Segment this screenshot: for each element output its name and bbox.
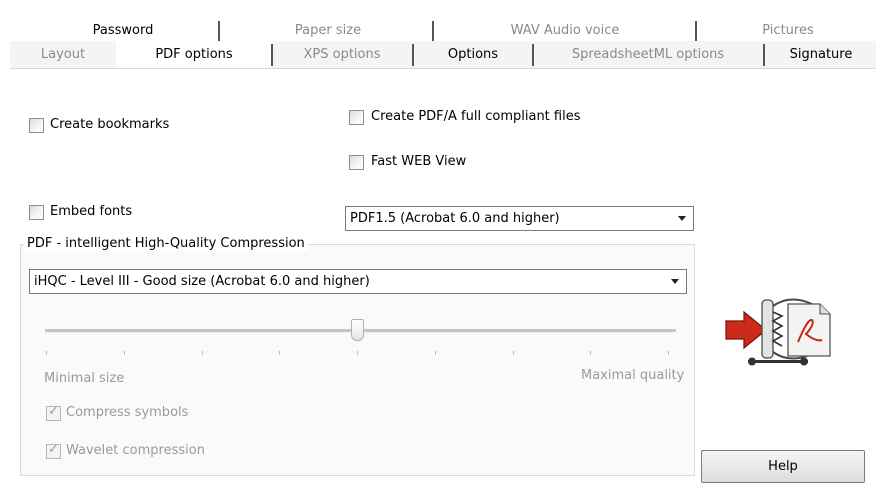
compression-group-title: PDF - intelligent High-Quality Compressi… [24, 236, 308, 251]
tab-wav-audio-voice[interactable]: WAV Audio voice [440, 20, 690, 41]
wavelet-compression-checkbox[interactable] [46, 442, 61, 459]
tab-pictures[interactable]: Pictures [700, 20, 876, 41]
create-pdfa-checkbox[interactable] [349, 110, 364, 125]
embed-fonts-checkbox[interactable] [29, 205, 44, 220]
slider-max-label: Maximal quality [581, 368, 685, 383]
tab-separator [412, 44, 414, 66]
tab-signature[interactable]: Signature [766, 41, 876, 68]
slider-tick [512, 351, 514, 355]
fast-web-view-checkbox[interactable] [349, 155, 364, 170]
slider-tick [668, 351, 669, 355]
tab-paper-size[interactable]: Paper size [222, 20, 434, 41]
create-bookmarks-checkbox[interactable] [29, 118, 44, 133]
chevron-down-icon [678, 216, 686, 221]
tab-separator [271, 44, 273, 66]
slider-tick [201, 351, 203, 355]
fast-web-view-label: Fast WEB View [371, 154, 467, 169]
tab-separator [218, 21, 220, 41]
tab-separator [432, 21, 434, 41]
tab-options[interactable]: Options [414, 41, 532, 68]
tab-spreadsheetml-options[interactable]: SpreadsheetML options [534, 41, 762, 68]
embed-fonts-label: Embed fonts [50, 204, 133, 219]
wavelet-compression-label: Wavelet compression [66, 443, 205, 458]
chevron-down-icon [671, 279, 679, 284]
compression-level-select[interactable]: iHQC - Level III - Good size (Acrobat 6.… [29, 269, 687, 294]
slider-tick [279, 351, 281, 355]
tab-row-top: Password Paper size WAV Audio voice Pict… [10, 20, 876, 41]
tab-row-bottom: Layout PDF options XPS options Options S… [10, 41, 876, 69]
slider-tick [590, 351, 592, 355]
slider-tick [434, 351, 436, 355]
tab-xps-options[interactable]: XPS options [272, 41, 412, 68]
tab-pdf-options[interactable]: PDF options [116, 41, 272, 68]
compress-symbols-label: Compress symbols [66, 405, 189, 420]
tab-separator [695, 21, 697, 41]
tab-password[interactable]: Password [48, 20, 198, 41]
quality-slider-thumb[interactable] [351, 319, 364, 341]
slider-min-label: Minimal size [44, 371, 125, 386]
help-button[interactable]: Help [701, 450, 865, 483]
slider-tick [123, 351, 125, 355]
tab-layout[interactable]: Layout [10, 41, 116, 68]
create-pdfa-label: Create PDF/A full compliant files [371, 109, 581, 124]
create-bookmarks-label: Create bookmarks [50, 117, 170, 132]
compress-symbols-checkbox[interactable] [46, 404, 61, 421]
pdf-version-select[interactable]: PDF1.5 (Acrobat 6.0 and higher) [345, 206, 694, 231]
slider-tick [357, 351, 358, 355]
pdf-compress-icon [725, 298, 831, 366]
compression-level-value: iHQC - Level III - Good size (Acrobat 6.… [34, 274, 370, 289]
tab-separator [532, 44, 534, 66]
pdf-version-value: PDF1.5 (Acrobat 6.0 and higher) [350, 211, 560, 226]
slider-tick [46, 351, 47, 355]
tab-separator [763, 44, 765, 66]
